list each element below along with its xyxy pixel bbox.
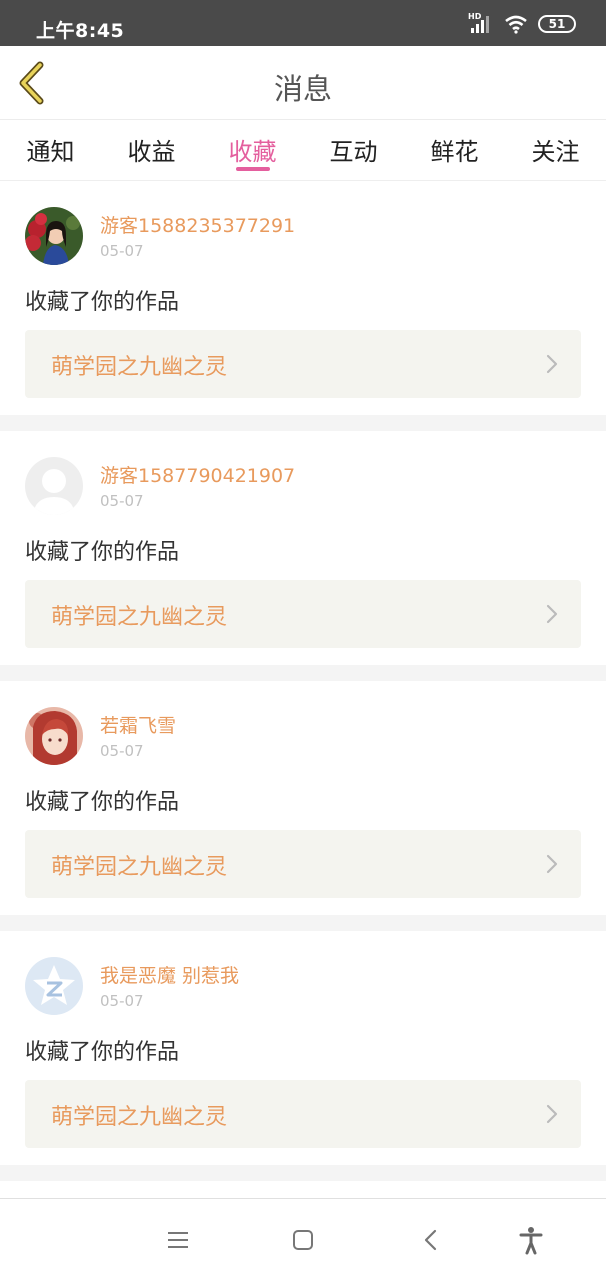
- date: 05-07: [100, 742, 144, 760]
- work-title: 萌学园之九幽之灵: [51, 1105, 228, 1130]
- chevron-right-icon: [546, 1104, 558, 1124]
- chevron-right-icon: [546, 354, 558, 374]
- active-tab-indicator: [235, 167, 270, 171]
- list-item: 游客1587790421907 05-07 收藏了你的作品 萌学园之九幽之灵: [0, 431, 606, 665]
- username[interactable]: 我是恶魔 别惹我: [100, 961, 239, 988]
- tab-label: 互动: [329, 138, 378, 166]
- work-title: 萌学园之九幽之灵: [51, 855, 228, 880]
- status-icons: HD 51: [468, 12, 576, 34]
- menu-button[interactable]: [163, 1225, 193, 1255]
- date: 05-07: [100, 242, 144, 260]
- tab-label: 收藏: [228, 138, 277, 166]
- home-icon: [293, 1230, 313, 1250]
- tab-label: 收益: [127, 138, 176, 166]
- tab-label: 关注: [531, 138, 580, 166]
- tab-earnings[interactable]: 收益: [101, 120, 202, 180]
- work-link[interactable]: 萌学园之九幽之灵: [25, 1080, 581, 1148]
- accessibility-icon: [519, 1227, 543, 1255]
- list-item: 若霜飞雪 05-07 收藏了你的作品 萌学园之九幽之灵: [0, 681, 606, 915]
- tab-follows[interactable]: 关注: [505, 120, 606, 180]
- battery-icon: 51: [538, 15, 576, 33]
- hd-badge: HD: [468, 12, 482, 21]
- work-link[interactable]: 萌学园之九幽之灵: [25, 830, 581, 898]
- username[interactable]: 游客1588235377291: [100, 211, 295, 238]
- tab-label: 通知: [26, 138, 75, 166]
- work-title: 萌学园之九幽之灵: [51, 605, 228, 630]
- chevron-right-icon: [546, 604, 558, 624]
- work-title: 萌学园之九幽之灵: [51, 355, 228, 380]
- list-divider: [0, 665, 606, 681]
- nav-back-button[interactable]: [416, 1225, 446, 1255]
- anime-avatar-icon[interactable]: [25, 707, 83, 765]
- list-divider: [0, 915, 606, 931]
- favorites-list: 游客1588235377291 05-07 收藏了你的作品 萌学园之九幽之灵 游…: [0, 181, 606, 1181]
- list-divider: [0, 1165, 606, 1181]
- status-bar: 上午8:45 HD 51: [0, 0, 606, 46]
- back-icon: [424, 1229, 437, 1251]
- action-text: 收藏了你的作品: [25, 540, 180, 565]
- tab-flowers[interactable]: 鲜花: [404, 120, 505, 180]
- tab-interactions[interactable]: 互动: [303, 120, 404, 180]
- work-link[interactable]: 萌学园之九幽之灵: [25, 580, 581, 648]
- signal-icon: HD: [468, 12, 494, 34]
- username[interactable]: 游客1587790421907: [100, 461, 295, 488]
- action-text: 收藏了你的作品: [25, 1040, 180, 1065]
- photo-avatar-icon[interactable]: [25, 207, 83, 265]
- qzone-star-avatar-icon[interactable]: [25, 957, 83, 1015]
- home-button[interactable]: [288, 1225, 318, 1255]
- username[interactable]: 若霜飞雪: [100, 711, 176, 738]
- list-item: 游客1588235377291 05-07 收藏了你的作品 萌学园之九幽之灵: [0, 181, 606, 415]
- wifi-icon: [505, 15, 527, 34]
- action-text: 收藏了你的作品: [25, 790, 180, 815]
- page-title: 消息: [273, 72, 332, 106]
- default-avatar-icon[interactable]: [25, 457, 83, 515]
- chevron-right-icon: [546, 854, 558, 874]
- system-nav-bar: [0, 1198, 606, 1280]
- tab-favorites[interactable]: 收藏: [202, 120, 303, 180]
- tab-label: 鲜花: [430, 138, 479, 166]
- tab-bar: 通知 收益 收藏 互动 鲜花 关注: [0, 120, 606, 181]
- accessibility-button[interactable]: [516, 1225, 546, 1255]
- date: 05-07: [100, 492, 144, 510]
- tab-notifications[interactable]: 通知: [0, 120, 101, 180]
- date: 05-07: [100, 992, 144, 1010]
- status-time: 上午8:45: [36, 20, 125, 42]
- action-text: 收藏了你的作品: [25, 290, 180, 315]
- battery-level: 51: [548, 17, 566, 31]
- work-link[interactable]: 萌学园之九幽之灵: [25, 330, 581, 398]
- menu-icon: [168, 1232, 188, 1248]
- app-header: 消息: [0, 46, 606, 120]
- list-item: 我是恶魔 别惹我 05-07 收藏了你的作品 萌学园之九幽之灵: [0, 931, 606, 1165]
- list-divider: [0, 415, 606, 431]
